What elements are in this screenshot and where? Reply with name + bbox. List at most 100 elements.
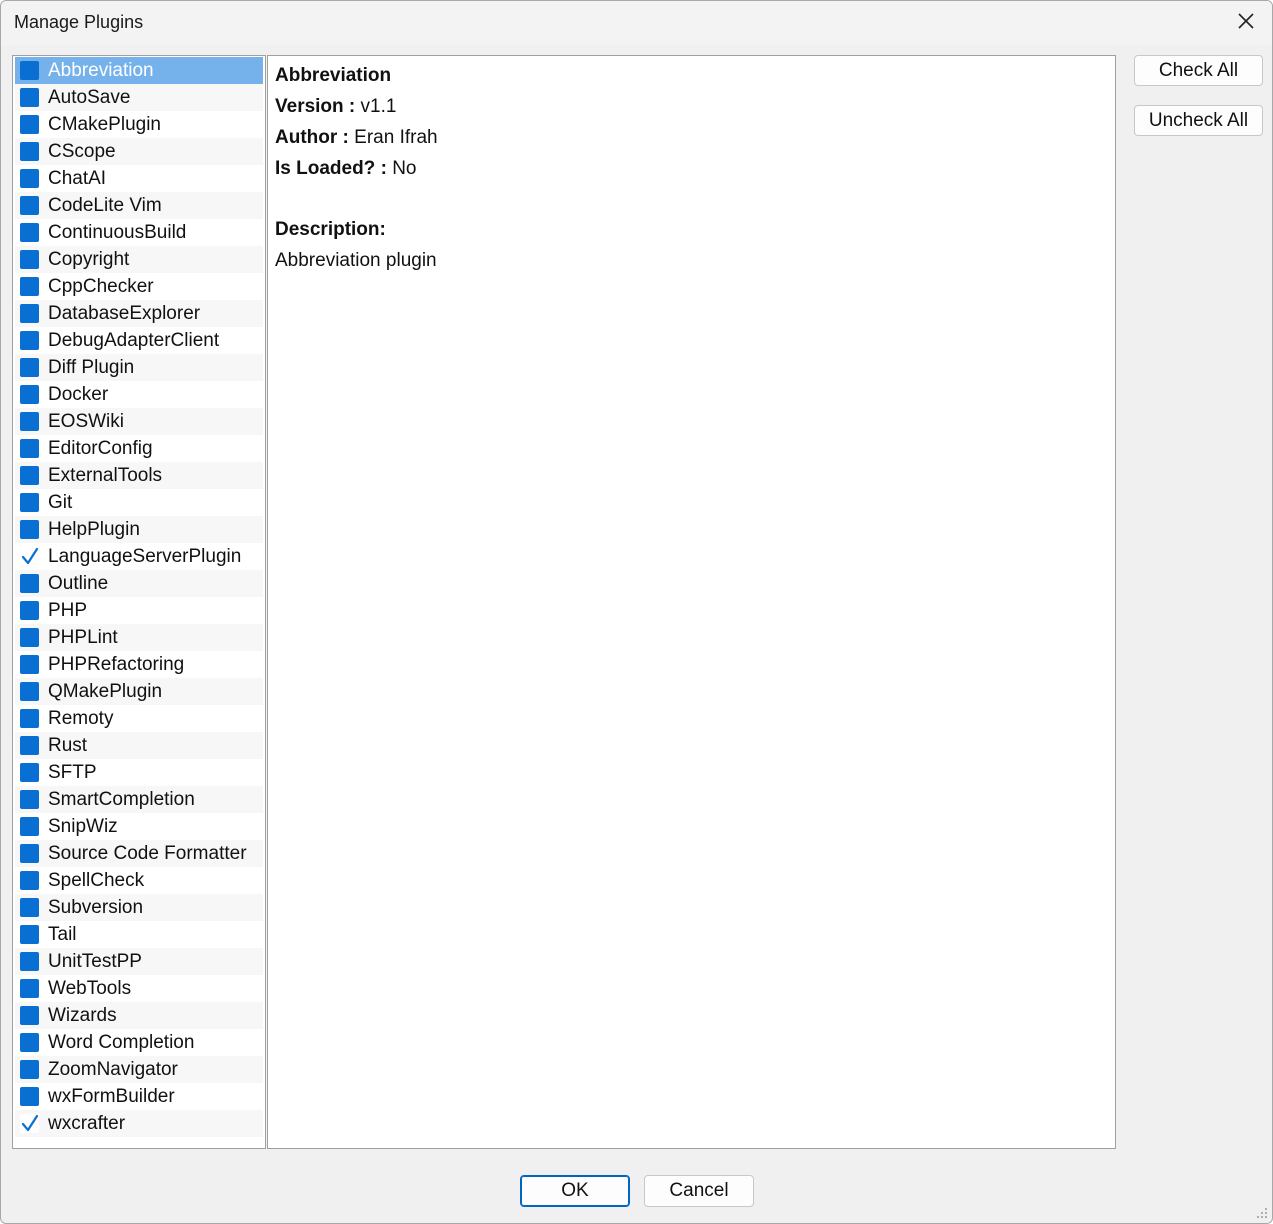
loaded-label: Is Loaded? : [275,158,387,179]
plugin-label: WebTools [48,978,132,999]
checkbox-unchecked[interactable] [20,493,39,512]
checkbox-unchecked[interactable] [20,142,39,161]
checkbox-unchecked[interactable] [20,331,39,350]
checkbox-unchecked[interactable] [20,574,39,593]
plugin-item[interactable]: CMakePlugin [15,111,263,138]
plugin-item[interactable]: Source Code Formatter [15,840,263,867]
ok-button[interactable]: OK [520,1175,630,1207]
checkbox-unchecked[interactable] [20,223,39,242]
checkbox-unchecked[interactable] [20,196,39,215]
close-button[interactable] [1228,5,1264,41]
plugin-item[interactable]: UnitTestPP [15,948,263,975]
checkbox-unchecked[interactable] [20,925,39,944]
plugin-item[interactable]: QMakePlugin [15,678,263,705]
plugin-item[interactable]: SpellCheck [15,867,263,894]
checkbox-unchecked[interactable] [20,655,39,674]
plugin-label: Git [48,492,73,513]
plugin-item[interactable]: Wizards [15,1002,263,1029]
checkbox-unchecked[interactable] [20,169,39,188]
checkbox-unchecked[interactable] [20,250,39,269]
checkbox-checked[interactable] [20,1114,39,1133]
plugin-item[interactable]: Outline [15,570,263,597]
plugin-item[interactable]: LanguageServerPlugin [15,543,263,570]
checkbox-unchecked[interactable] [20,844,39,863]
checkbox-unchecked[interactable] [20,466,39,485]
plugin-item[interactable]: Subversion [15,894,263,921]
checkbox-unchecked[interactable] [20,952,39,971]
plugin-item[interactable]: PHP [15,597,263,624]
plugin-item[interactable]: Remoty [15,705,263,732]
checkbox-unchecked[interactable] [20,1087,39,1106]
plugin-item[interactable]: DatabaseExplorer [15,300,263,327]
checkbox-checked[interactable] [20,547,39,566]
checkbox-unchecked[interactable] [20,1006,39,1025]
plugin-item[interactable]: Tail [15,921,263,948]
checkbox-unchecked[interactable] [20,763,39,782]
plugin-item[interactable]: ContinuousBuild [15,219,263,246]
plugin-item[interactable]: SnipWiz [15,813,263,840]
plugin-item[interactable]: ZoomNavigator [15,1056,263,1083]
checkbox-unchecked[interactable] [20,385,39,404]
resize-grip-icon[interactable] [1256,1207,1268,1219]
check-all-button[interactable]: Check All [1134,55,1263,86]
checkbox-unchecked[interactable] [20,115,39,134]
checkbox-unchecked[interactable] [20,358,39,377]
checkbox-unchecked[interactable] [20,304,39,323]
checkbox-unchecked[interactable] [20,817,39,836]
checkbox-unchecked[interactable] [20,412,39,431]
plugin-item[interactable]: Copyright [15,246,263,273]
checkbox-unchecked[interactable] [20,790,39,809]
plugin-item[interactable]: CppChecker [15,273,263,300]
checkbox-unchecked[interactable] [20,520,39,539]
checkbox-unchecked[interactable] [20,88,39,107]
checkbox-unchecked[interactable] [20,709,39,728]
plugin-label: Word Completion [48,1032,195,1053]
plugin-item[interactable]: Diff Plugin [15,354,263,381]
plugin-item[interactable]: DebugAdapterClient [15,327,263,354]
plugin-item[interactable]: WebTools [15,975,263,1002]
checkbox-unchecked[interactable] [20,61,39,80]
checkbox-unchecked[interactable] [20,898,39,917]
checkbox-unchecked[interactable] [20,277,39,296]
checkbox-unchecked[interactable] [20,628,39,647]
plugin-item[interactable]: EditorConfig [15,435,263,462]
author-value: Eran Ifrah [354,127,438,148]
plugin-item[interactable]: ExternalTools [15,462,263,489]
plugin-item[interactable]: ChatAI [15,165,263,192]
checkbox-unchecked[interactable] [20,682,39,701]
plugin-item[interactable]: wxFormBuilder [15,1083,263,1110]
manage-plugins-dialog: Manage Plugins Abbreviation AutoSave CMake… [0,0,1273,1224]
plugin-item[interactable]: wxcrafter [15,1110,263,1137]
plugin-item[interactable]: PHPRefactoring [15,651,263,678]
checkbox-unchecked[interactable] [20,1060,39,1079]
plugin-item[interactable]: Git [15,489,263,516]
plugin-label: Source Code Formatter [48,843,247,864]
plugin-label: AutoSave [48,87,131,108]
plugin-loaded: Is Loaded? : No [275,157,416,181]
checkbox-unchecked[interactable] [20,736,39,755]
plugin-item[interactable]: HelpPlugin [15,516,263,543]
plugin-item[interactable]: CScope [15,138,263,165]
plugin-item[interactable]: EOSWiki [15,408,263,435]
cancel-button[interactable]: Cancel [644,1175,754,1207]
uncheck-all-button[interactable]: Uncheck All [1134,105,1263,136]
checkbox-unchecked[interactable] [20,871,39,890]
checkmark-icon [21,547,39,565]
plugin-item[interactable]: Docker [15,381,263,408]
plugin-item[interactable]: Abbreviation [15,57,263,84]
plugin-item[interactable]: Word Completion [15,1029,263,1056]
plugin-item[interactable]: SFTP [15,759,263,786]
plugin-item[interactable]: Rust [15,732,263,759]
plugin-item[interactable]: CodeLite Vim [15,192,263,219]
plugin-item[interactable]: SmartCompletion [15,786,263,813]
checkbox-unchecked[interactable] [20,439,39,458]
plugin-item[interactable]: PHPLint [15,624,263,651]
checkbox-unchecked[interactable] [20,1033,39,1052]
plugin-checklist[interactable]: Abbreviation AutoSave CMakePlugin CScope Cha… [12,55,266,1149]
plugin-label: Rust [48,735,88,756]
plugin-label: EOSWiki [48,411,124,432]
checkmark-icon [21,1114,39,1132]
plugin-item[interactable]: AutoSave [15,84,263,111]
checkbox-unchecked[interactable] [20,601,39,620]
checkbox-unchecked[interactable] [20,979,39,998]
